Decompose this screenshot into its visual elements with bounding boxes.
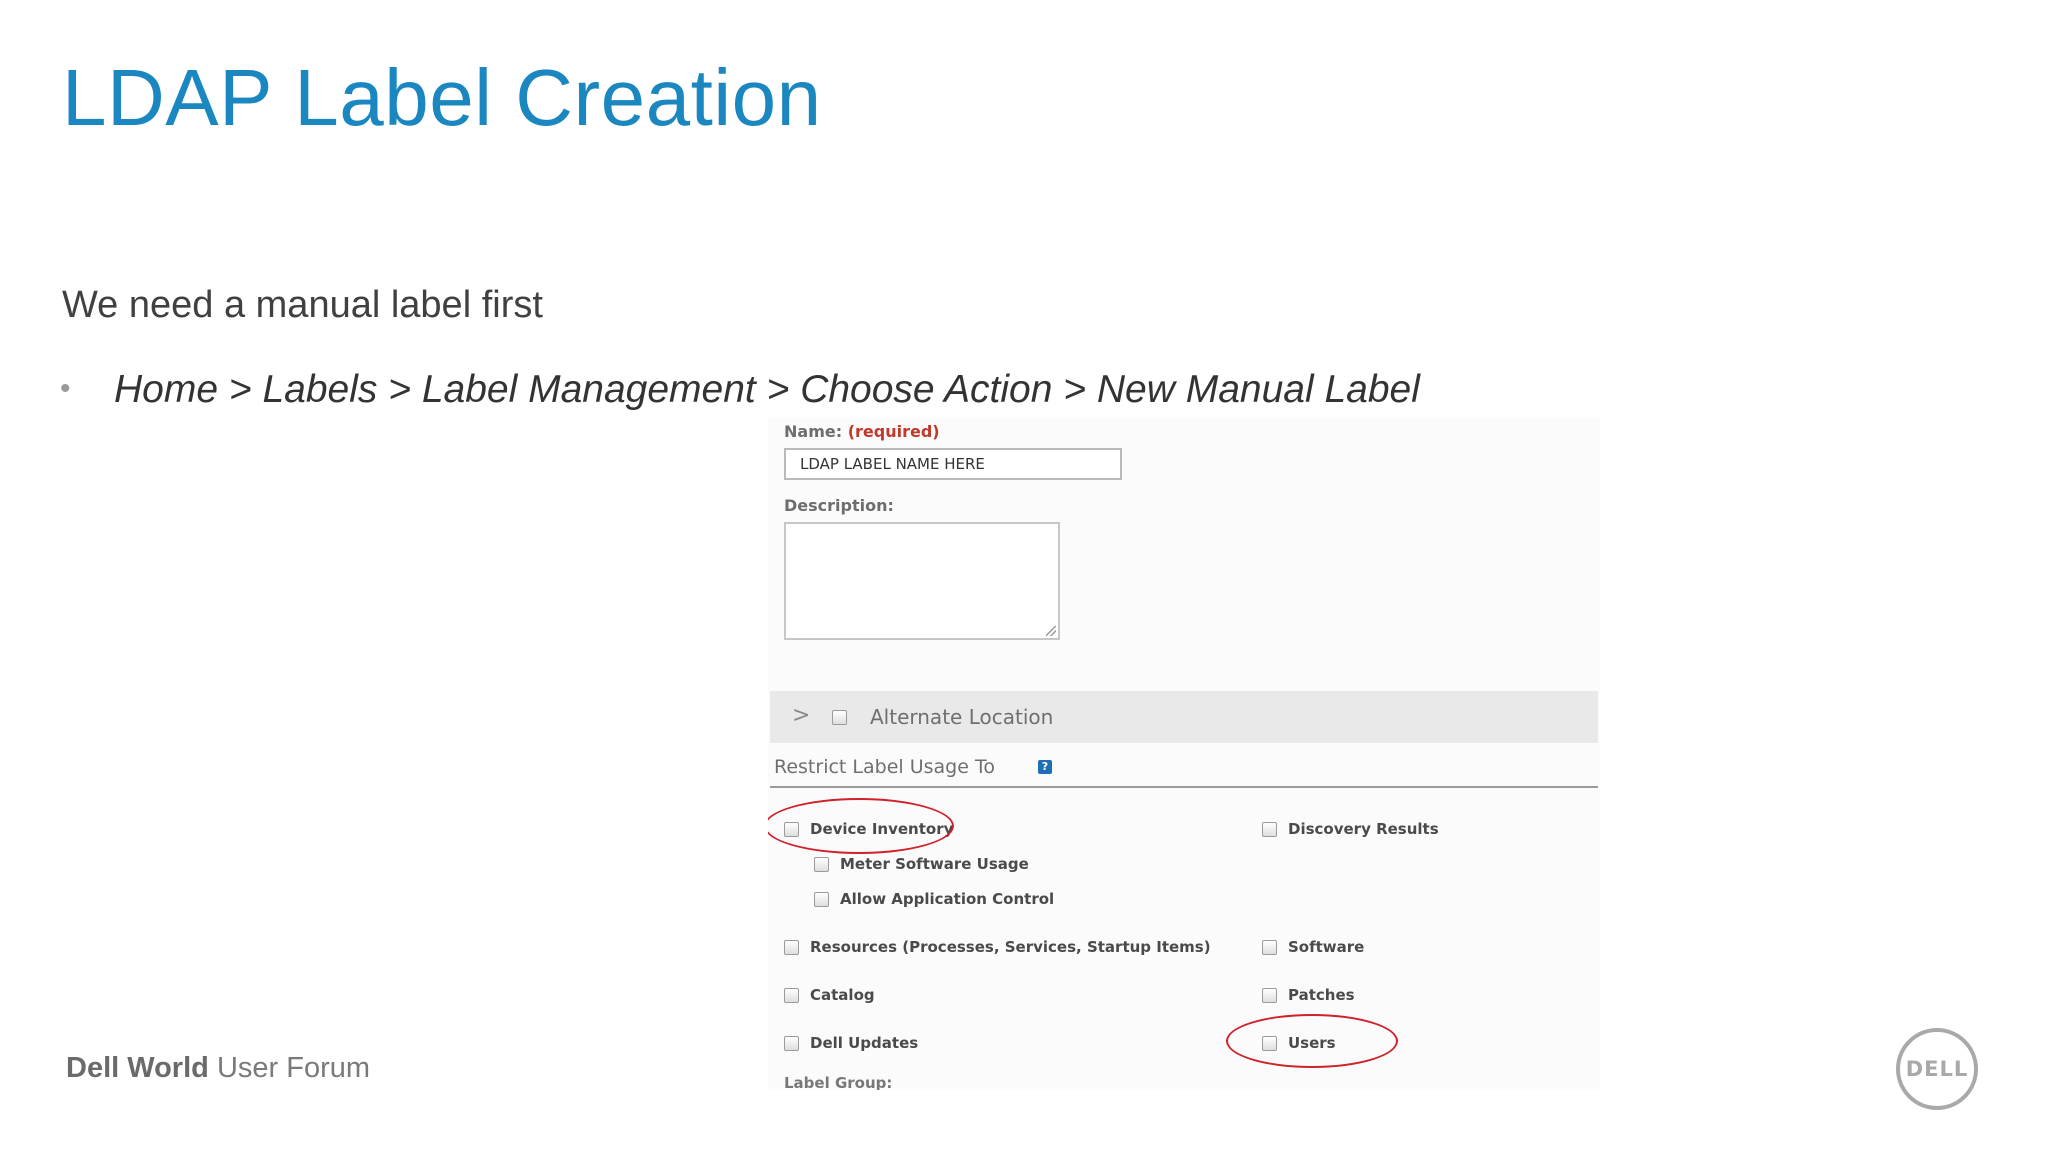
alternate-location-label: Alternate Location [870, 705, 1054, 729]
alternate-location-section[interactable]: > Alternate Location [770, 691, 1598, 743]
help-icon[interactable]: ? [1038, 760, 1052, 774]
catalog-label: Catalog [810, 986, 875, 1004]
slide-title: LDAP Label Creation [62, 53, 822, 142]
navigation-path: Home > Labels > Label Management > Choos… [114, 368, 1420, 411]
meter-software-usage-label: Meter Software Usage [840, 855, 1029, 873]
footer-brand-rest: User Forum [216, 1052, 371, 1084]
footer-brand-bold: Dell World [66, 1052, 209, 1084]
resources-checkbox[interactable] [784, 940, 799, 955]
allow-application-control-label: Allow Application Control [840, 890, 1055, 908]
highlight-circle-users [1226, 1014, 1398, 1068]
software-label: Software [1288, 938, 1365, 956]
resize-grip-icon[interactable] [1046, 626, 1056, 636]
catalog-checkbox[interactable] [784, 988, 799, 1003]
description-label: Description: [784, 496, 894, 515]
highlight-circle-device-inventory [768, 798, 954, 854]
patches-checkbox[interactable] [1262, 988, 1277, 1003]
resources-label: Resources (Processes, Services, Startup … [810, 938, 1211, 956]
label-form-screenshot: Name: (required) Description: > Alternat… [768, 418, 1600, 1090]
section-divider [770, 786, 1598, 788]
dell-updates-label: Dell Updates [810, 1034, 919, 1052]
name-label-text: Name: [784, 422, 843, 441]
discovery-results-label: Discovery Results [1288, 820, 1439, 838]
description-textarea[interactable] [784, 522, 1060, 640]
required-indicator: (required) [847, 422, 940, 441]
label-group-label: Label Group: [784, 1074, 893, 1090]
patches-label: Patches [1288, 986, 1355, 1004]
restrict-usage-heading: Restrict Label Usage To [774, 756, 995, 778]
discovery-results-checkbox[interactable] [1262, 822, 1277, 837]
software-checkbox[interactable] [1262, 940, 1277, 955]
meter-software-usage-checkbox[interactable] [814, 857, 829, 872]
name-field-label: Name: (required) [784, 422, 940, 441]
bullet-marker: • [60, 372, 71, 405]
label-name-input[interactable] [784, 448, 1122, 480]
dell-updates-checkbox[interactable] [784, 1036, 799, 1051]
intro-text: We need a manual label first [62, 284, 543, 326]
chevron-right-icon[interactable]: > [792, 703, 810, 728]
alternate-location-checkbox[interactable] [832, 710, 847, 725]
allow-application-control-checkbox[interactable] [814, 892, 829, 907]
dell-logo: DELL [1896, 1028, 1978, 1110]
footer-brand: Dell World User Forum [66, 1052, 370, 1085]
